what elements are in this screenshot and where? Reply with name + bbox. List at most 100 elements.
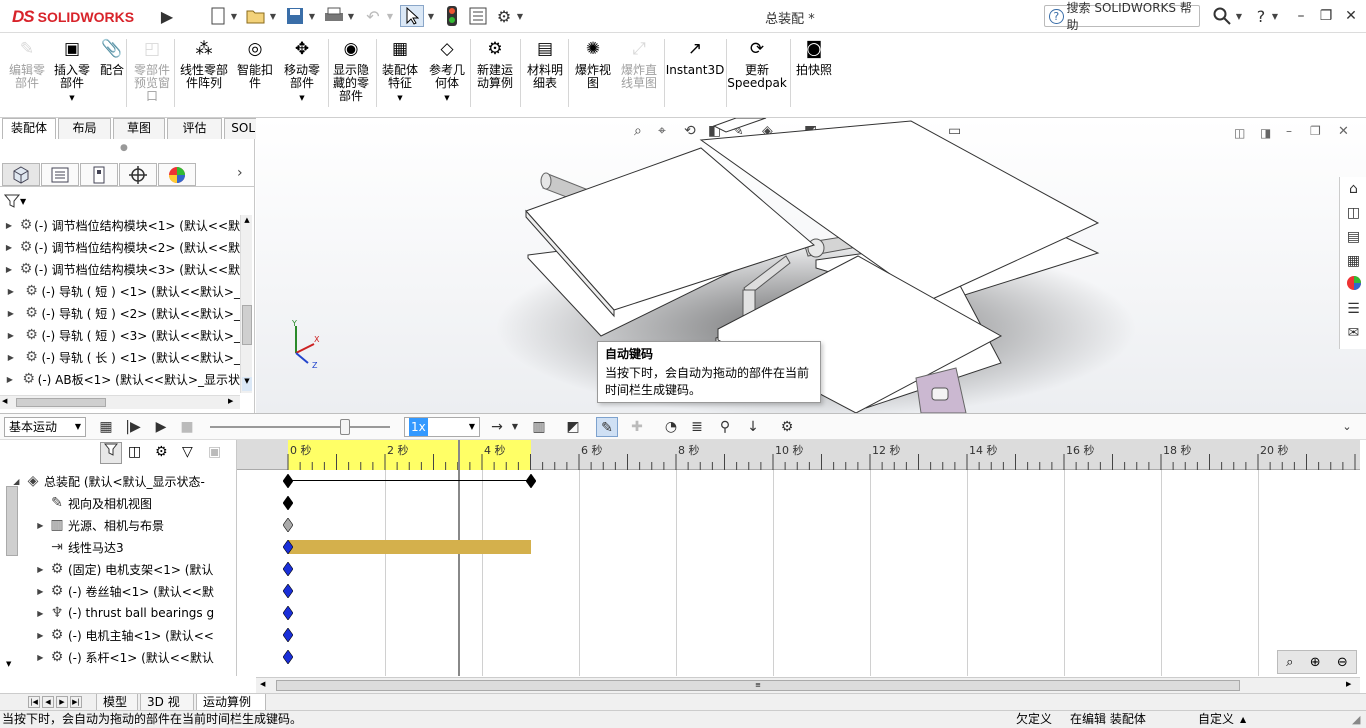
insert-component-button[interactable]: ▣ 插入零 部件 ▼ bbox=[52, 37, 92, 105]
file-properties-icon[interactable] bbox=[467, 5, 489, 27]
custom-properties-icon[interactable]: ☰ bbox=[1343, 299, 1364, 319]
camera-button[interactable]: ◙ 拍快照 bbox=[795, 37, 833, 77]
tab-dimxpert-icon[interactable] bbox=[119, 163, 157, 186]
menu-expand-arrow-icon[interactable]: ▶ bbox=[160, 5, 174, 27]
motion-tree-item[interactable]: ▶ ⚙ (-) 系杆<1> (默认<<默认 bbox=[0, 646, 236, 668]
motion-tree-item[interactable]: ▶ ♆ (-) thrust ball bearings g bbox=[0, 602, 236, 624]
playback-slider-thumb[interactable] bbox=[340, 419, 350, 435]
feature-tree-item[interactable]: ▶ ⚙ (-) 导轨 ( 短 ) <1> (默认<<默认>_ bbox=[0, 280, 240, 302]
minimize-icon[interactable]: – bbox=[1290, 5, 1312, 27]
show-hidden-button[interactable]: ◉ 显示隐 藏的零 部件 bbox=[331, 37, 371, 103]
command-dropdown-icon[interactable]: ▼ bbox=[444, 92, 449, 105]
scroll-left-icon[interactable]: ◀ bbox=[2, 397, 7, 405]
explode-line-sketch-button[interactable]: ⤢ 爆炸直 线草图 bbox=[619, 37, 659, 90]
keyframe[interactable] bbox=[282, 495, 294, 511]
resize-grip-icon[interactable]: ◢ bbox=[1352, 711, 1360, 728]
bottom-tab-1[interactable]: 3D 视图 bbox=[140, 694, 194, 725]
playback-mode-dropdown-icon[interactable]: ▼ bbox=[504, 417, 526, 437]
help-button[interactable]: ? bbox=[1253, 5, 1269, 27]
expand-arrow-icon[interactable]: ▶ bbox=[0, 221, 18, 230]
new-document-icon[interactable] bbox=[208, 5, 228, 27]
motion-tree-item[interactable]: ▶ ⚙ (-) 电机主轴<1> (默认<< bbox=[0, 624, 236, 646]
options-gear-icon[interactable]: ⚙ bbox=[494, 5, 514, 27]
timeline-scroll-right-icon[interactable]: ▶ bbox=[1346, 680, 1351, 688]
keyframe[interactable] bbox=[282, 583, 294, 599]
filter-results-icon[interactable]: ▽ bbox=[182, 444, 193, 460]
study-type-select[interactable]: 基本运动 ▼ bbox=[4, 417, 86, 437]
home-icon[interactable]: ⌂ bbox=[1343, 179, 1364, 199]
tab-prev-icon[interactable]: ◀ bbox=[42, 696, 54, 708]
feature-tree-hscrollbar[interactable]: ◀ ▶ bbox=[0, 395, 240, 409]
tab-last-icon[interactable]: ▶| bbox=[70, 696, 82, 708]
exploded-view-button[interactable]: ✺ 爆炸视 图 bbox=[573, 37, 613, 90]
motion-tree-item[interactable]: ◢ ◈ 总装配 (默认<默认_显示状态- bbox=[0, 470, 236, 492]
expand-arrow-icon[interactable]: ▶ bbox=[0, 353, 22, 362]
smart-fastener-button[interactable]: ◎ 智能扣 件 bbox=[236, 37, 274, 90]
expand-arrow-icon[interactable]: ▶ bbox=[0, 587, 46, 596]
animation-wizard-icon[interactable]: ◩ bbox=[562, 417, 584, 437]
keyframe[interactable] bbox=[282, 473, 294, 489]
appearances-icon[interactable] bbox=[1343, 275, 1364, 295]
save-animation-icon[interactable]: ▥ bbox=[528, 417, 550, 437]
bottom-tab-0[interactable]: 模型 bbox=[96, 694, 138, 711]
scroll-right-icon[interactable]: ▶ bbox=[228, 397, 233, 405]
print-dropdown-icon[interactable]: ▼ bbox=[347, 5, 355, 27]
hscroll-thumb[interactable] bbox=[16, 398, 106, 407]
component-preview-button[interactable]: ◰ 零部件 预览窗 口 bbox=[133, 37, 171, 103]
filter-collapse-icon[interactable]: ▣ bbox=[208, 444, 221, 460]
calculate-icon[interactable]: ▦ bbox=[95, 417, 117, 437]
expand-arrow-icon[interactable]: ◢ bbox=[0, 477, 22, 486]
forum-icon[interactable]: ✉ bbox=[1343, 323, 1364, 343]
expand-arrow-icon[interactable]: ▶ bbox=[0, 309, 22, 318]
scroll-up-icon[interactable]: ▲ bbox=[242, 216, 252, 228]
open-dropdown-icon[interactable]: ▼ bbox=[269, 5, 277, 27]
motion-tree-item[interactable]: ▶ ▥ 光源、相机与布景 bbox=[0, 514, 236, 536]
expand-arrow-icon[interactable]: ▶ bbox=[0, 609, 46, 618]
motion-tree-item[interactable]: ▶ ⚙ (-) 卷丝轴<1> (默认<<默 bbox=[0, 580, 236, 602]
zoom-to-fit-timeline-icon[interactable]: ⌕ bbox=[1286, 655, 1293, 670]
status-units-custom[interactable]: 自定义 bbox=[1198, 711, 1234, 728]
keyframe[interactable] bbox=[282, 605, 294, 621]
select-pointer-icon[interactable] bbox=[400, 5, 424, 27]
expand-arrow-icon[interactable]: ▶ bbox=[0, 565, 46, 574]
tab-next-icon[interactable]: ▶ bbox=[56, 696, 68, 708]
feature-tree-item[interactable]: ▶ ⚙ (-) 调节档位结构模块<2> (默认<<默 bbox=[0, 236, 240, 258]
motion-tree-scroll-down-icon[interactable]: ▼ bbox=[6, 660, 11, 668]
options-dropdown-icon[interactable]: ▼ bbox=[516, 5, 524, 27]
expand-arrow-icon[interactable]: ▶ bbox=[0, 375, 20, 384]
select-dropdown-icon[interactable]: ▼ bbox=[426, 5, 436, 27]
open-folder-icon[interactable] bbox=[245, 5, 267, 27]
expand-arrow-icon[interactable]: ▶ bbox=[0, 631, 46, 640]
filter-selected-icon[interactable]: ⚙ bbox=[155, 444, 168, 460]
feature-tree-item[interactable]: ▶ ⚙ (-) 导轨 ( 长 ) <1> (默认<<默认>_ bbox=[0, 346, 240, 368]
save-icon[interactable] bbox=[284, 5, 306, 27]
gravity-icon[interactable]: ↓ bbox=[742, 417, 764, 437]
feature-tree-item[interactable]: ▶ ⚙ (-) 调节档位结构模块<1> (默认<<默 bbox=[0, 214, 240, 236]
view-palette-icon[interactable]: ▦ bbox=[1343, 251, 1364, 271]
save-dropdown-icon[interactable]: ▼ bbox=[308, 5, 316, 27]
tab-cmd-2[interactable]: 草图 bbox=[113, 118, 165, 139]
motor-icon[interactable]: ◔ bbox=[660, 417, 682, 437]
pane-more-arrow-icon[interactable]: › bbox=[237, 165, 243, 181]
keyframe[interactable] bbox=[282, 539, 294, 555]
mate-paperclip-button[interactable]: 📎 配合 bbox=[99, 37, 125, 77]
feature-tree-item[interactable]: ▶ ⚙ (-) 导轨 ( 短 ) <3> (默认<<默认>_ bbox=[0, 324, 240, 346]
linear-motor-duration-bar[interactable] bbox=[288, 540, 531, 554]
motion-tree-item[interactable]: ✎ 视向及相机视图 bbox=[0, 492, 236, 514]
motion-tree-scroll-thumb[interactable] bbox=[6, 486, 18, 556]
search-icon[interactable] bbox=[1210, 5, 1234, 27]
feature-tree-item[interactable]: ▶ ⚙ (-) 调节档位结构模块<3> (默认<<默 bbox=[0, 258, 240, 280]
current-time-bar[interactable] bbox=[457, 440, 460, 676]
assembly-feature-button[interactable]: ▦ 装配体 特征 ▼ bbox=[380, 37, 420, 105]
collapse-motion-manager-icon[interactable]: ⌄ bbox=[1336, 417, 1358, 437]
tab-property-manager-icon[interactable] bbox=[41, 163, 79, 186]
expand-arrow-icon[interactable]: ▶ bbox=[0, 265, 18, 274]
restore-icon[interactable]: ❐ bbox=[1315, 5, 1337, 27]
close-icon[interactable]: ✕ bbox=[1340, 5, 1362, 27]
move-component-button[interactable]: ✥ 移动零 部件 ▼ bbox=[282, 37, 322, 105]
bottom-tab-2[interactable]: 运动算例 1 bbox=[196, 694, 266, 725]
tab-display-manager-icon[interactable] bbox=[158, 163, 196, 186]
playback-speed-select[interactable]: 1x ▼ bbox=[404, 417, 480, 437]
playback-slider-track[interactable] bbox=[210, 426, 390, 428]
design-library-icon[interactable]: ◫ bbox=[1343, 203, 1364, 223]
